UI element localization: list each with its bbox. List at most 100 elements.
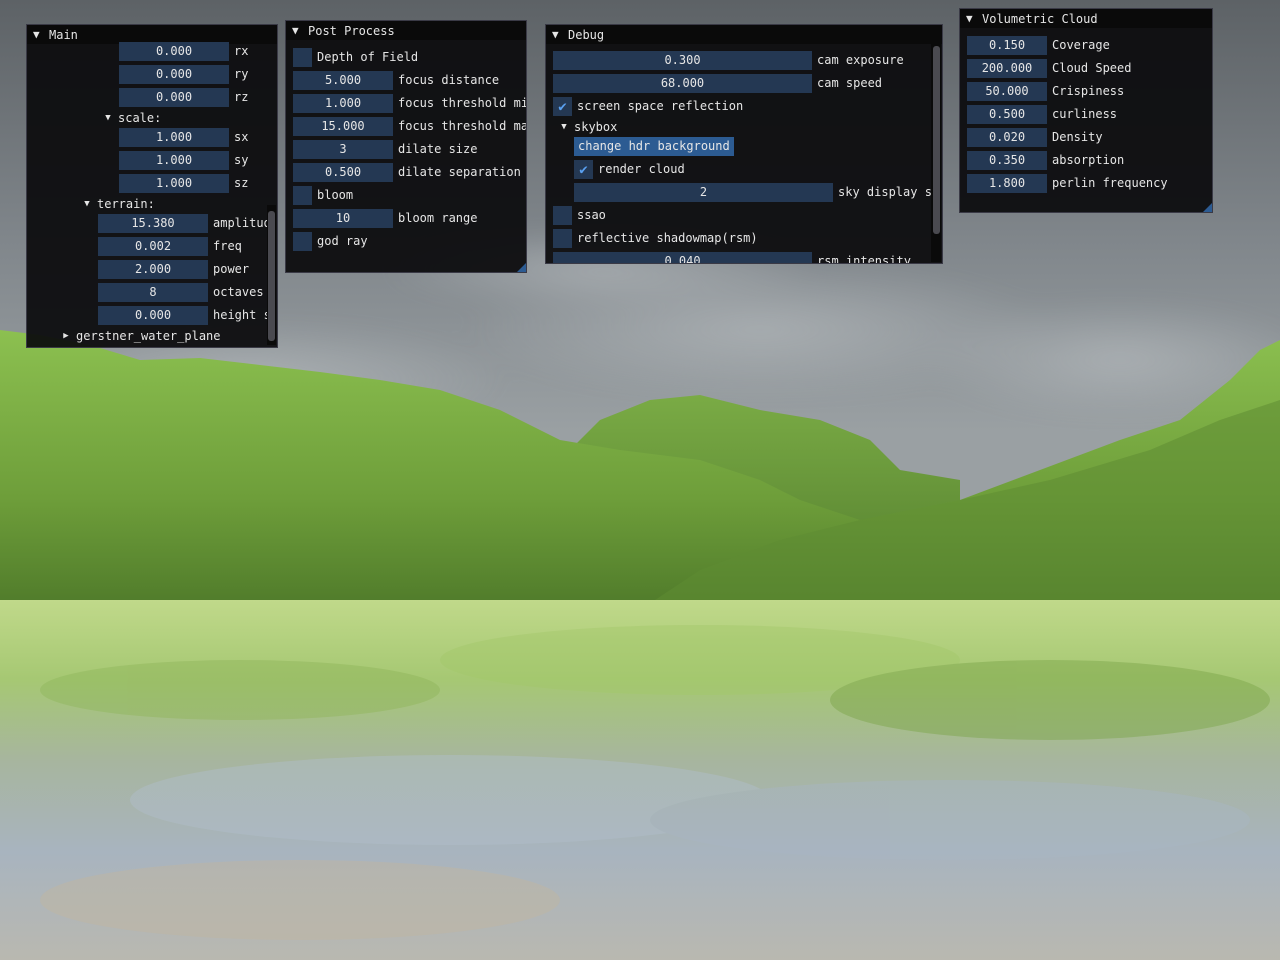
ssao-label: ssao bbox=[577, 208, 606, 222]
bloom-range-field[interactable]: 10 bbox=[293, 209, 393, 228]
rsm-intensity-label: rsm intensity bbox=[817, 254, 911, 264]
triangle-down-icon: ▼ bbox=[561, 121, 567, 132]
debug-scroll-thumb[interactable] bbox=[933, 46, 940, 234]
resize-grip[interactable] bbox=[517, 263, 526, 272]
debug-titlebar[interactable]: ▼ Debug bbox=[546, 25, 942, 44]
focus-distance-field[interactable]: 5.000 bbox=[293, 71, 393, 90]
ssr-label: screen space reflection bbox=[577, 99, 744, 113]
focus-max-label: focus threshold ma bbox=[398, 119, 527, 133]
rsm-checkbox[interactable] bbox=[553, 229, 572, 248]
render-cloud-row: ✔ render cloud bbox=[574, 160, 685, 179]
checkmark-icon: ✔ bbox=[558, 98, 567, 115]
cam-exposure-row: 0.300 cam exposure bbox=[553, 51, 904, 70]
density-row: 0.020 Density bbox=[967, 128, 1103, 147]
sy-row: 1.000 sy bbox=[119, 151, 248, 170]
skybox-node[interactable]: ▼ skybox bbox=[557, 117, 617, 136]
power-row: 2.000 power bbox=[98, 260, 249, 279]
dilate-sep-label: dilate separation bbox=[398, 165, 521, 179]
debug-window[interactable]: ▼ Debug 0.300 cam exposure 68.000 cam sp… bbox=[545, 24, 943, 264]
power-field[interactable]: 2.000 bbox=[98, 260, 208, 279]
density-field[interactable]: 0.020 bbox=[967, 128, 1047, 147]
triangle-down-icon[interactable]: ▼ bbox=[33, 28, 49, 41]
post-titlebar[interactable]: ▼ Post Process bbox=[286, 21, 526, 40]
amplitude-field[interactable]: 15.380 bbox=[98, 214, 208, 233]
dilate-size-field[interactable]: 3 bbox=[293, 140, 393, 159]
triangle-down-icon[interactable]: ▼ bbox=[552, 28, 568, 41]
sy-field[interactable]: 1.000 bbox=[119, 151, 229, 170]
power-label: power bbox=[213, 262, 250, 276]
rsm-intensity-field[interactable]: 0.040 bbox=[553, 252, 812, 263]
absorption-row: 0.350 absorption bbox=[967, 151, 1124, 170]
scale-label: scale: bbox=[118, 110, 162, 125]
gerstner-node[interactable]: ▶ gerstner_water_plane bbox=[59, 326, 220, 345]
ry-label: ry bbox=[234, 67, 249, 81]
focus-max-field[interactable]: 15.000 bbox=[293, 117, 393, 136]
ssr-checkbox[interactable]: ✔ bbox=[553, 97, 572, 116]
height-field[interactable]: 0.000 bbox=[98, 306, 208, 325]
crispiness-label: Crispiness bbox=[1052, 84, 1125, 98]
rx-label: rx bbox=[234, 44, 249, 58]
dilate-sep-field[interactable]: 0.500 bbox=[293, 163, 393, 182]
main-scroll-thumb[interactable] bbox=[268, 211, 275, 341]
curliness-row: 0.500 curliness bbox=[967, 105, 1117, 124]
focus-min-field[interactable]: 1.000 bbox=[293, 94, 393, 113]
resize-grip[interactable] bbox=[1203, 203, 1212, 212]
rx-row: 0.000 rx bbox=[119, 42, 248, 61]
render-cloud-checkbox[interactable]: ✔ bbox=[574, 160, 593, 179]
dof-row: Depth of Field bbox=[293, 48, 418, 67]
focus-min-row: 1.000 focus threshold mi bbox=[293, 94, 526, 113]
absorption-field[interactable]: 0.350 bbox=[967, 151, 1047, 170]
main-title: Main bbox=[49, 27, 78, 42]
god-ray-row: god ray bbox=[293, 232, 368, 251]
scale-node[interactable]: ▼ scale: bbox=[101, 108, 161, 127]
cloud-titlebar[interactable]: ▼ Volumetric Cloud bbox=[960, 9, 1212, 28]
render-cloud-label: render cloud bbox=[598, 162, 685, 176]
cloud-speed-row: 200.000 Cloud Speed bbox=[967, 59, 1131, 78]
cam-speed-row: 68.000 cam speed bbox=[553, 74, 882, 93]
main-window[interactable]: ▼ Main 0.000 rx 0.000 ry 0.000 rz ▼ scal… bbox=[26, 24, 278, 348]
god-ray-checkbox[interactable] bbox=[293, 232, 312, 251]
sz-field[interactable]: 1.000 bbox=[119, 174, 229, 193]
post-body: Depth of Field 5.000 focus distance 1.00… bbox=[286, 40, 526, 272]
triangle-down-icon: ▼ bbox=[105, 112, 111, 123]
dof-checkbox[interactable] bbox=[293, 48, 312, 67]
main-scrollbar[interactable] bbox=[267, 205, 276, 345]
volumetric-cloud-window[interactable]: ▼ Volumetric Cloud 0.150 Coverage 200.00… bbox=[959, 8, 1213, 213]
crispiness-field[interactable]: 50.000 bbox=[967, 82, 1047, 101]
sy-label: sy bbox=[234, 153, 249, 167]
terrain-label: terrain: bbox=[97, 196, 155, 211]
freq-label: freq bbox=[213, 239, 242, 253]
debug-scrollbar[interactable] bbox=[931, 44, 941, 262]
rz-field[interactable]: 0.000 bbox=[119, 88, 229, 107]
post-process-window[interactable]: ▼ Post Process Depth of Field 5.000 focu… bbox=[285, 20, 527, 273]
curliness-field[interactable]: 0.500 bbox=[967, 105, 1047, 124]
bloom-checkbox[interactable] bbox=[293, 186, 312, 205]
ry-field[interactable]: 0.000 bbox=[119, 65, 229, 84]
sz-row: 1.000 sz bbox=[119, 174, 248, 193]
triangle-down-icon[interactable]: ▼ bbox=[966, 12, 982, 25]
cloud-speed-field[interactable]: 200.000 bbox=[967, 59, 1047, 78]
ssao-checkbox[interactable] bbox=[553, 206, 572, 225]
cam-speed-field[interactable]: 68.000 bbox=[553, 74, 812, 93]
amplitude-row: 15.380 amplitud bbox=[98, 214, 271, 233]
cam-exposure-field[interactable]: 0.300 bbox=[553, 51, 812, 70]
absorption-label: absorption bbox=[1052, 153, 1125, 167]
curliness-label: curliness bbox=[1052, 107, 1118, 121]
rx-field[interactable]: 0.000 bbox=[119, 42, 229, 61]
cloud-body: 0.150 Coverage 200.000 Cloud Speed 50.00… bbox=[960, 28, 1212, 212]
focus-distance-row: 5.000 focus distance bbox=[293, 71, 499, 90]
crispiness-row: 50.000 Crispiness bbox=[967, 82, 1124, 101]
height-row: 0.000 height s bbox=[98, 306, 271, 325]
sx-field[interactable]: 1.000 bbox=[119, 128, 229, 147]
perlin-field[interactable]: 1.800 bbox=[967, 174, 1047, 193]
debug-title: Debug bbox=[568, 27, 605, 42]
sky-display-field[interactable]: 2 bbox=[574, 183, 833, 202]
rz-label: rz bbox=[234, 90, 249, 104]
octaves-field[interactable]: 8 bbox=[98, 283, 208, 302]
terrain-node[interactable]: ▼ terrain: bbox=[80, 194, 155, 213]
freq-field[interactable]: 0.002 bbox=[98, 237, 208, 256]
change-hdr-background-button[interactable]: change hdr background bbox=[574, 137, 734, 156]
coverage-field[interactable]: 0.150 bbox=[967, 36, 1047, 55]
triangle-down-icon[interactable]: ▼ bbox=[292, 24, 308, 37]
triangle-down-icon: ▼ bbox=[84, 198, 90, 209]
